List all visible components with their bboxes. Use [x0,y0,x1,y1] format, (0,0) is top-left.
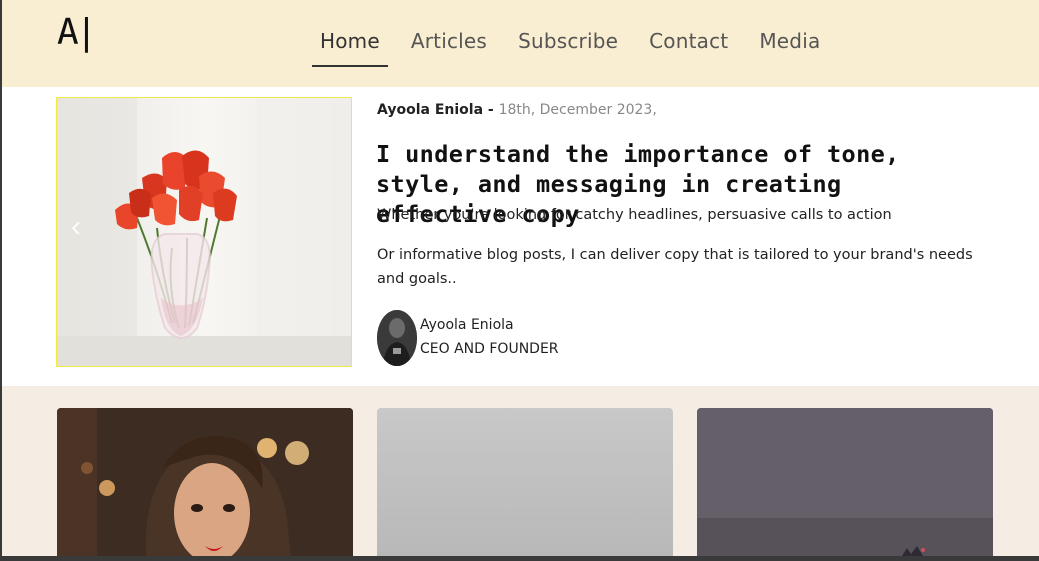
article-card-1[interactable] [57,408,353,556]
post-date: 18th, December 2023, [498,102,657,118]
article-card-2[interactable] [377,408,673,556]
post-paragraph-1: Whether you're looking for catchy headli… [377,207,892,223]
article-card-3[interactable] [697,408,993,556]
carousel-prev-icon[interactable]: ‹ [71,210,81,244]
nav-item-media[interactable]: Media [751,0,828,87]
nav-item-home[interactable]: Home [312,0,388,67]
site-logo[interactable]: A| [57,12,97,53]
nav-item-contact[interactable]: Contact [641,0,736,87]
post-paragraph-2: Or informative blog posts, I can deliver… [377,247,973,287]
page: A| Home Articles Subscribe Contact Media [2,0,1039,556]
avatar-portrait [377,310,417,366]
article-cards [2,386,1039,556]
tulip-vase-image [57,98,351,366]
main-nav: Home Articles Subscribe Contact Media [312,0,843,87]
nav-item-articles[interactable]: Articles [403,0,495,87]
byline-role: CEO AND FOUNDER [420,341,559,357]
author-avatar [377,310,417,366]
post-meta: Ayoola Eniola - 18th, December 2023, [377,99,657,118]
byline-name: Ayoola Eniola [420,317,514,333]
post-author[interactable]: Ayoola Eniola [377,102,483,118]
site-header: A| Home Articles Subscribe Contact Media [2,0,1039,87]
nav-item-subscribe[interactable]: Subscribe [510,0,626,87]
meta-separator: - [483,102,499,118]
featured-image[interactable]: ‹ [56,97,352,367]
dusk-sky-image [697,408,993,556]
woman-portrait-image [57,408,353,556]
